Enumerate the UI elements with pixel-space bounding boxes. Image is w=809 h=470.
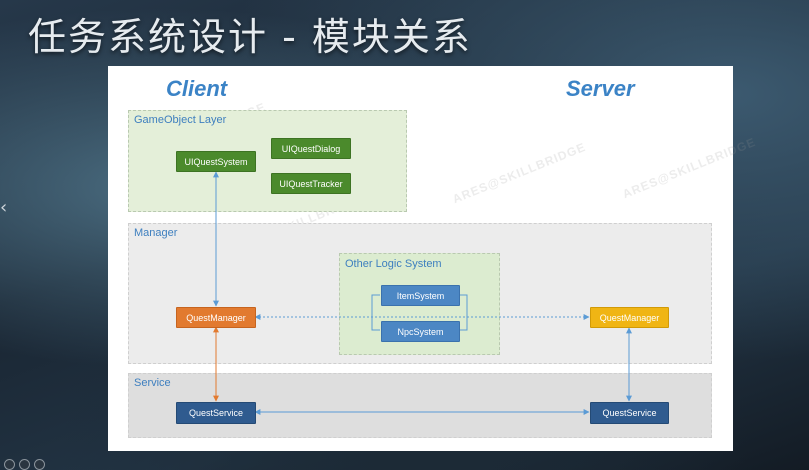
link-logic-bracket-right — [459, 294, 468, 331]
slide-controls — [4, 459, 45, 470]
control-dot[interactable] — [19, 459, 30, 470]
ui-quest-dialog-module: UIQuestDialog — [271, 138, 351, 159]
client-quest-manager-module: QuestManager — [176, 307, 256, 328]
control-dot[interactable] — [34, 459, 45, 470]
slide-title: 任务系统设计 - 模块关系 — [28, 15, 472, 59]
diagram-slide: ARES@SKILLBRIDGE ARES@SKILLBRIDGE ARES@S… — [108, 66, 758, 451]
chevron-left-icon[interactable]: ‹ — [0, 196, 14, 220]
ui-quest-system-module: UIQuestSystem — [176, 151, 256, 172]
server-quest-service-module: QuestService — [590, 402, 669, 424]
ui-quest-tracker-module: UIQuestTracker — [271, 173, 351, 194]
npc-system-module: NpcSystem — [381, 321, 460, 342]
item-system-module: ItemSystem — [381, 285, 460, 306]
link-logic-bracket-left — [371, 294, 380, 331]
connectors — [213, 171, 632, 415]
server-quest-manager-module: QuestManager — [590, 307, 669, 328]
client-quest-service-module: QuestService — [176, 402, 256, 424]
control-dot[interactable] — [4, 459, 15, 470]
